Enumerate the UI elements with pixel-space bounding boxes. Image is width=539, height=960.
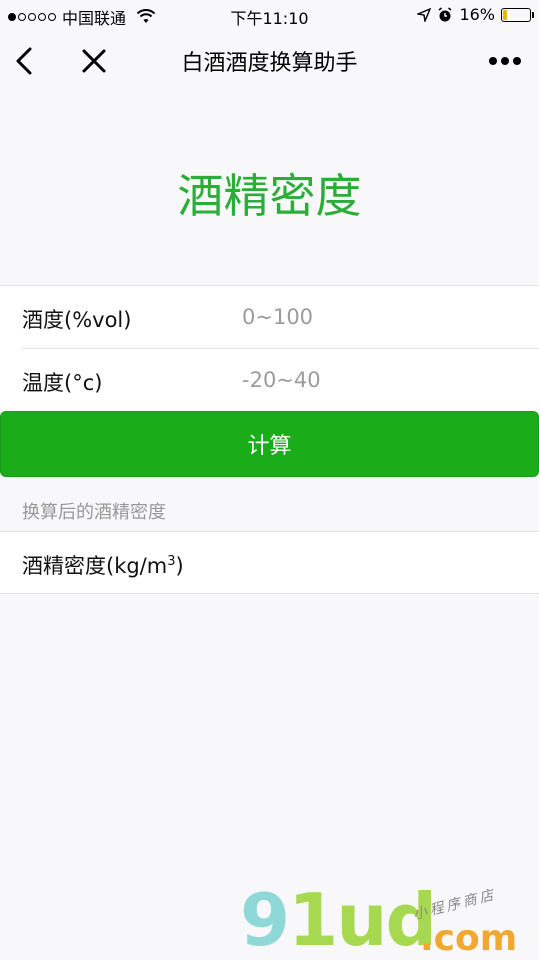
more-button[interactable] [485, 44, 525, 78]
result-label: 酒精密度(kg/m3) [22, 550, 184, 580]
status-bar: 中国联通 下午11:10 16% [0, 0, 539, 30]
watermark-logo-text: 91ud [240, 878, 437, 960]
abv-input[interactable] [242, 298, 522, 336]
input-form: 酒度(%vol) 温度(°c) [0, 285, 539, 411]
nav-bar: 白酒酒度换算助手 [0, 30, 539, 92]
close-button[interactable] [78, 44, 110, 78]
alarm-icon [438, 6, 452, 21]
calculate-button[interactable]: 计算 [0, 411, 539, 477]
back-button[interactable] [10, 44, 40, 78]
more-icon [489, 57, 497, 65]
nav-title: 白酒酒度换算助手 [181, 51, 358, 76]
location-arrow-icon [417, 7, 432, 22]
battery-fill [503, 9, 508, 20]
back-icon [16, 47, 32, 75]
result-label-text: 酒精密度(kg/m [22, 554, 168, 578]
battery-icon [501, 7, 534, 22]
status-right: 16% [417, 5, 534, 24]
hero-title: 酒精密度 [177, 169, 362, 223]
watermark-logo: 91ud 小程序商店 .com [236, 880, 539, 960]
close-icon [82, 49, 106, 73]
result-section-label: 换算后的酒精密度 [22, 502, 166, 523]
result-label-sup: 3 [167, 554, 176, 569]
temperature-input[interactable] [242, 361, 522, 399]
battery-percent: 16% [459, 5, 495, 24]
result-label-suffix: ) [175, 554, 184, 578]
abv-label: 酒度(%vol) [22, 308, 132, 332]
temperature-label: 温度(°c) [22, 371, 103, 395]
abv-row: 酒度(%vol) [0, 286, 539, 349]
watermark-domain: .com [420, 918, 518, 959]
result-panel: 酒精密度(kg/m3) [0, 531, 539, 594]
temperature-row: 温度(°c) [0, 349, 539, 412]
